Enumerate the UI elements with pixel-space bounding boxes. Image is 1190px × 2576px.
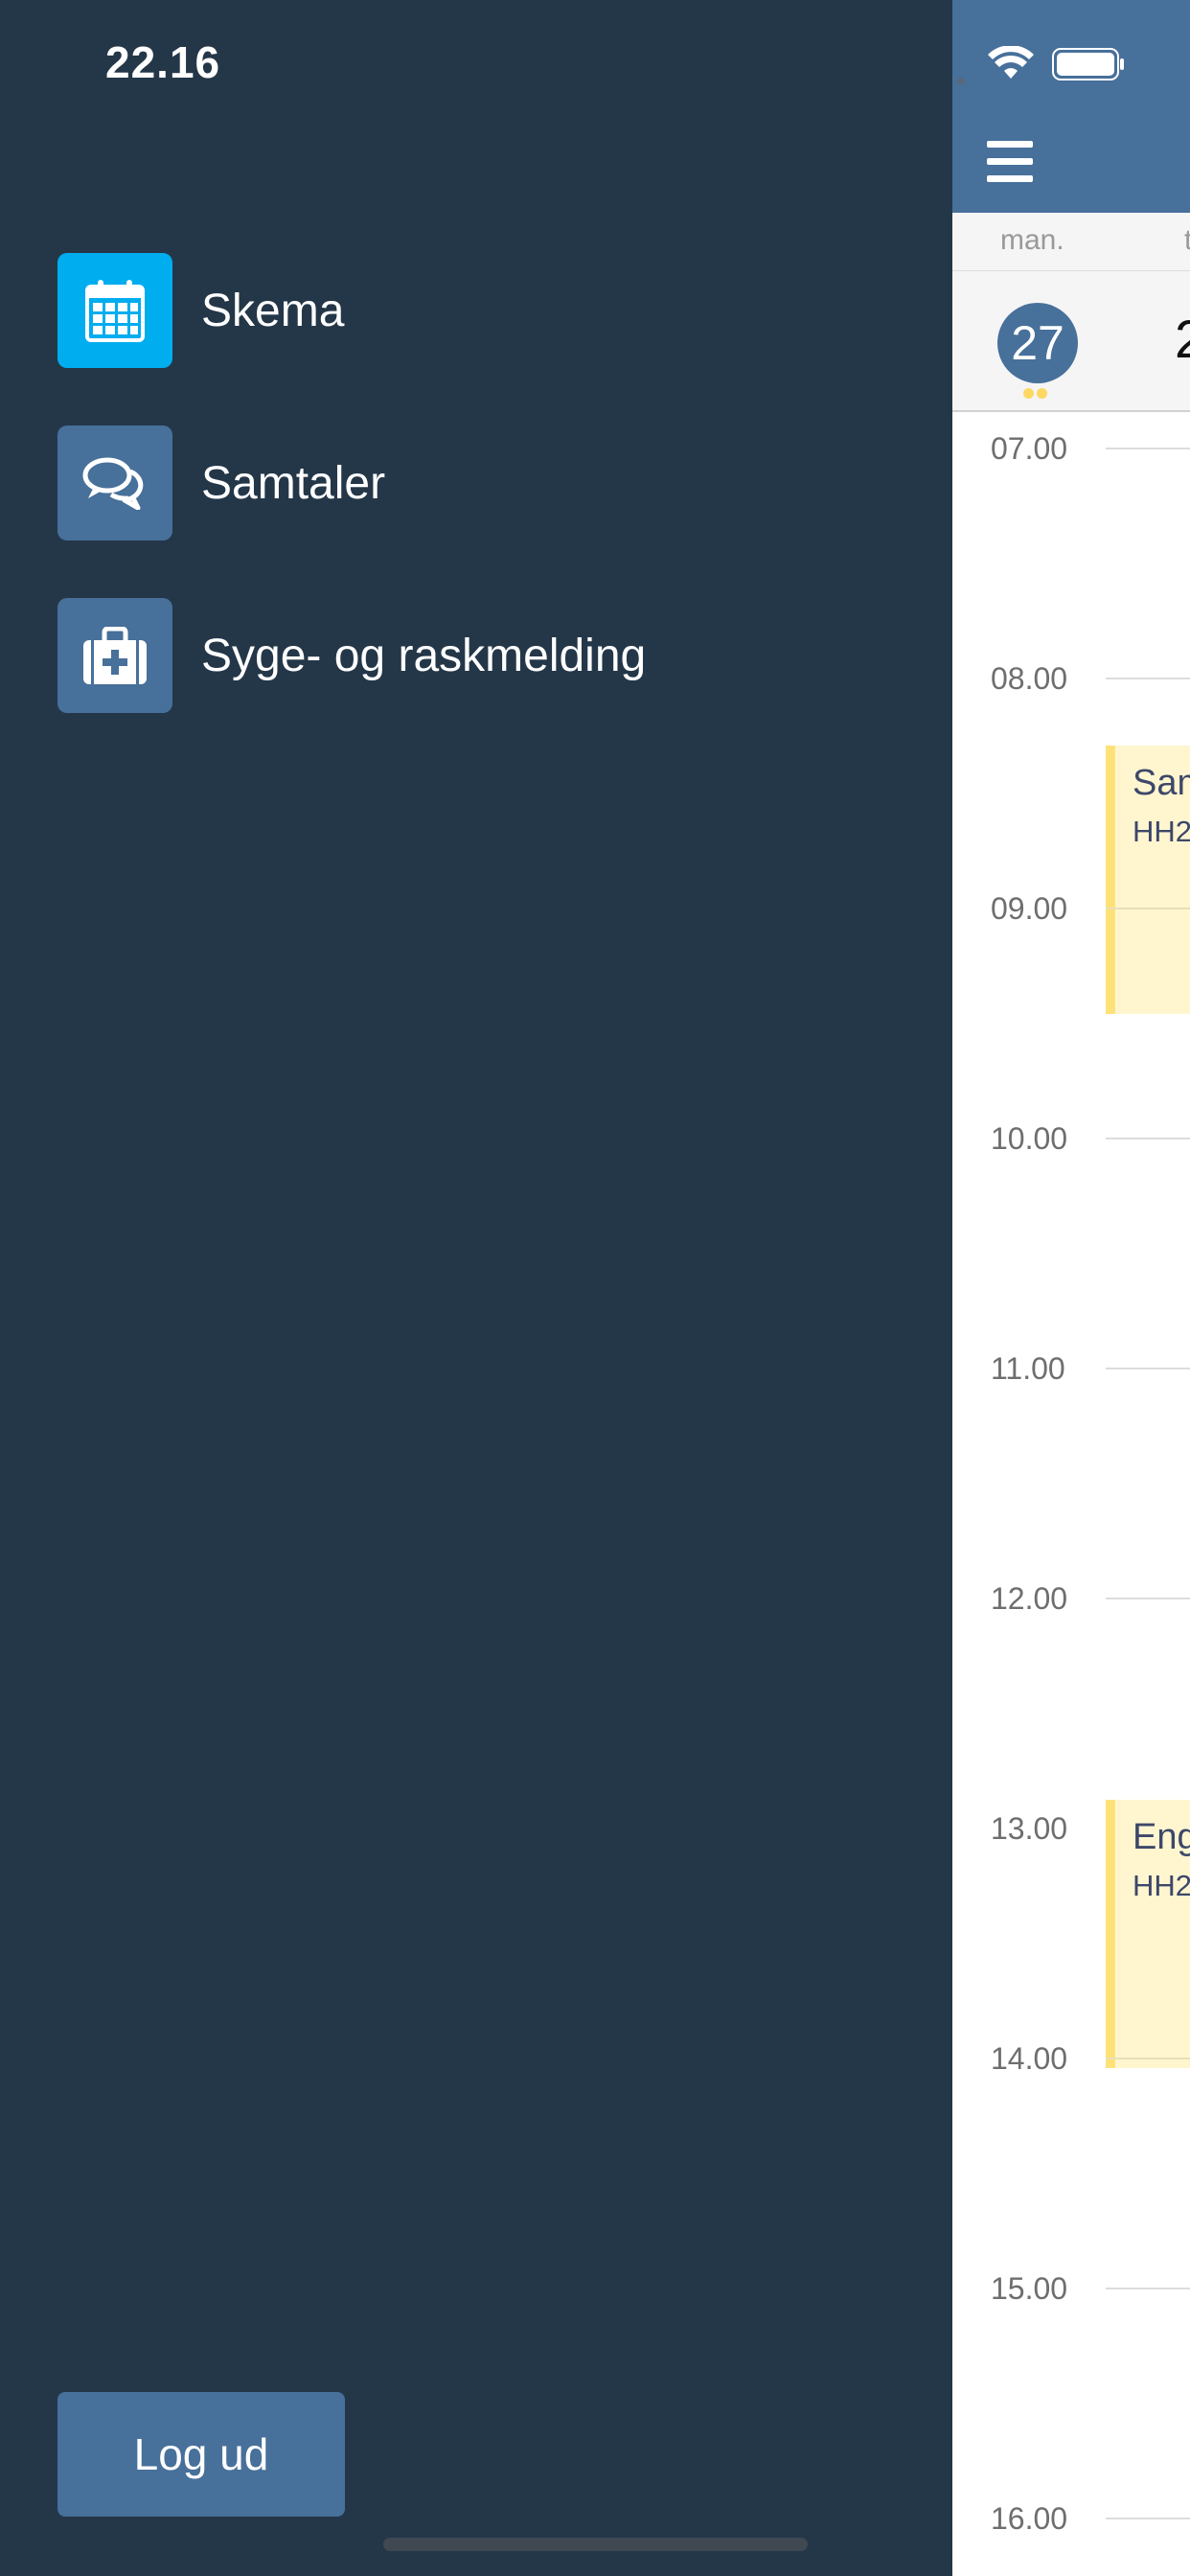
weekday-row: man. t (952, 213, 1190, 271)
menu-item-samtaler[interactable]: Samtaler (57, 426, 385, 540)
chat-bubbles-icon (57, 426, 172, 540)
event-room: HH2 (1133, 815, 1190, 848)
hour-label: 11.00 (991, 1351, 1065, 1386)
hour-gridline (1106, 448, 1190, 449)
event-indicator-dots (1023, 386, 1050, 403)
medical-kit-icon (57, 598, 172, 713)
hour-label: 10.00 (991, 1121, 1068, 1156)
hour-label: 07.00 (991, 431, 1068, 466)
menu-item-skema[interactable]: Skema (57, 253, 344, 368)
hamburger-menu-icon[interactable] (987, 141, 1033, 183)
hour-gridline (1106, 678, 1190, 679)
wifi-icon (988, 46, 1034, 79)
hour-gridline (1106, 2288, 1190, 2289)
hour-label: 14.00 (991, 2041, 1068, 2076)
menu-item-syge-og-raskmelding[interactable]: Syge- og raskmelding (57, 598, 646, 713)
hour-label: 16.00 (991, 2501, 1068, 2536)
battery-icon (1052, 48, 1124, 80)
menu-item-label: Syge- og raskmelding (201, 630, 647, 681)
hour-gridline (1106, 1598, 1190, 1599)
hour-label: 09.00 (991, 891, 1068, 926)
next-date[interactable]: 2 (1175, 308, 1190, 370)
hour-gridline (1106, 1368, 1190, 1369)
home-indicator[interactable] (383, 2538, 808, 2551)
hour-label: 08.00 (991, 661, 1068, 696)
calendar-event[interactable]: Eng HH2 (1106, 1800, 1190, 2068)
event-title: Eng (1133, 1817, 1190, 1857)
hour-label: 15.00 (991, 2271, 1068, 2306)
hour-gridline (1106, 908, 1190, 909)
calendar-panel: man. t 27 2 07.00 08.00 Sam HH2 09.00 10… (952, 0, 1190, 2576)
weekday-label: man. (1000, 224, 1064, 256)
hour-gridline (1106, 2058, 1190, 2059)
signal-dots-icon (952, 73, 970, 90)
hour-label: 12.00 (991, 1581, 1068, 1616)
calendar-event[interactable]: Sam HH2 (1106, 746, 1190, 1014)
status-time: 22.16 (105, 37, 221, 87)
calendar-icon (57, 253, 172, 368)
hour-gridline (1106, 2518, 1190, 2519)
status-bar-right (952, 46, 1190, 85)
menu-item-label: Samtaler (201, 457, 386, 509)
event-title: Sam (1133, 763, 1190, 803)
date-row: 27 2 (952, 271, 1190, 412)
menu-item-label: Skema (201, 285, 345, 336)
event-room: HH2 (1133, 1869, 1190, 1902)
selected-date[interactable]: 27 (997, 303, 1078, 383)
logout-button[interactable]: Log ud (57, 2392, 345, 2517)
navigation-drawer: 22.16 Skema Samtaler Syge- og raskmeldin… (0, 0, 952, 2576)
calendar-header (952, 0, 1190, 213)
hour-gridline (1106, 1138, 1190, 1139)
weekday-label-next: t (1184, 224, 1190, 256)
hour-label: 13.00 (991, 1811, 1068, 1846)
